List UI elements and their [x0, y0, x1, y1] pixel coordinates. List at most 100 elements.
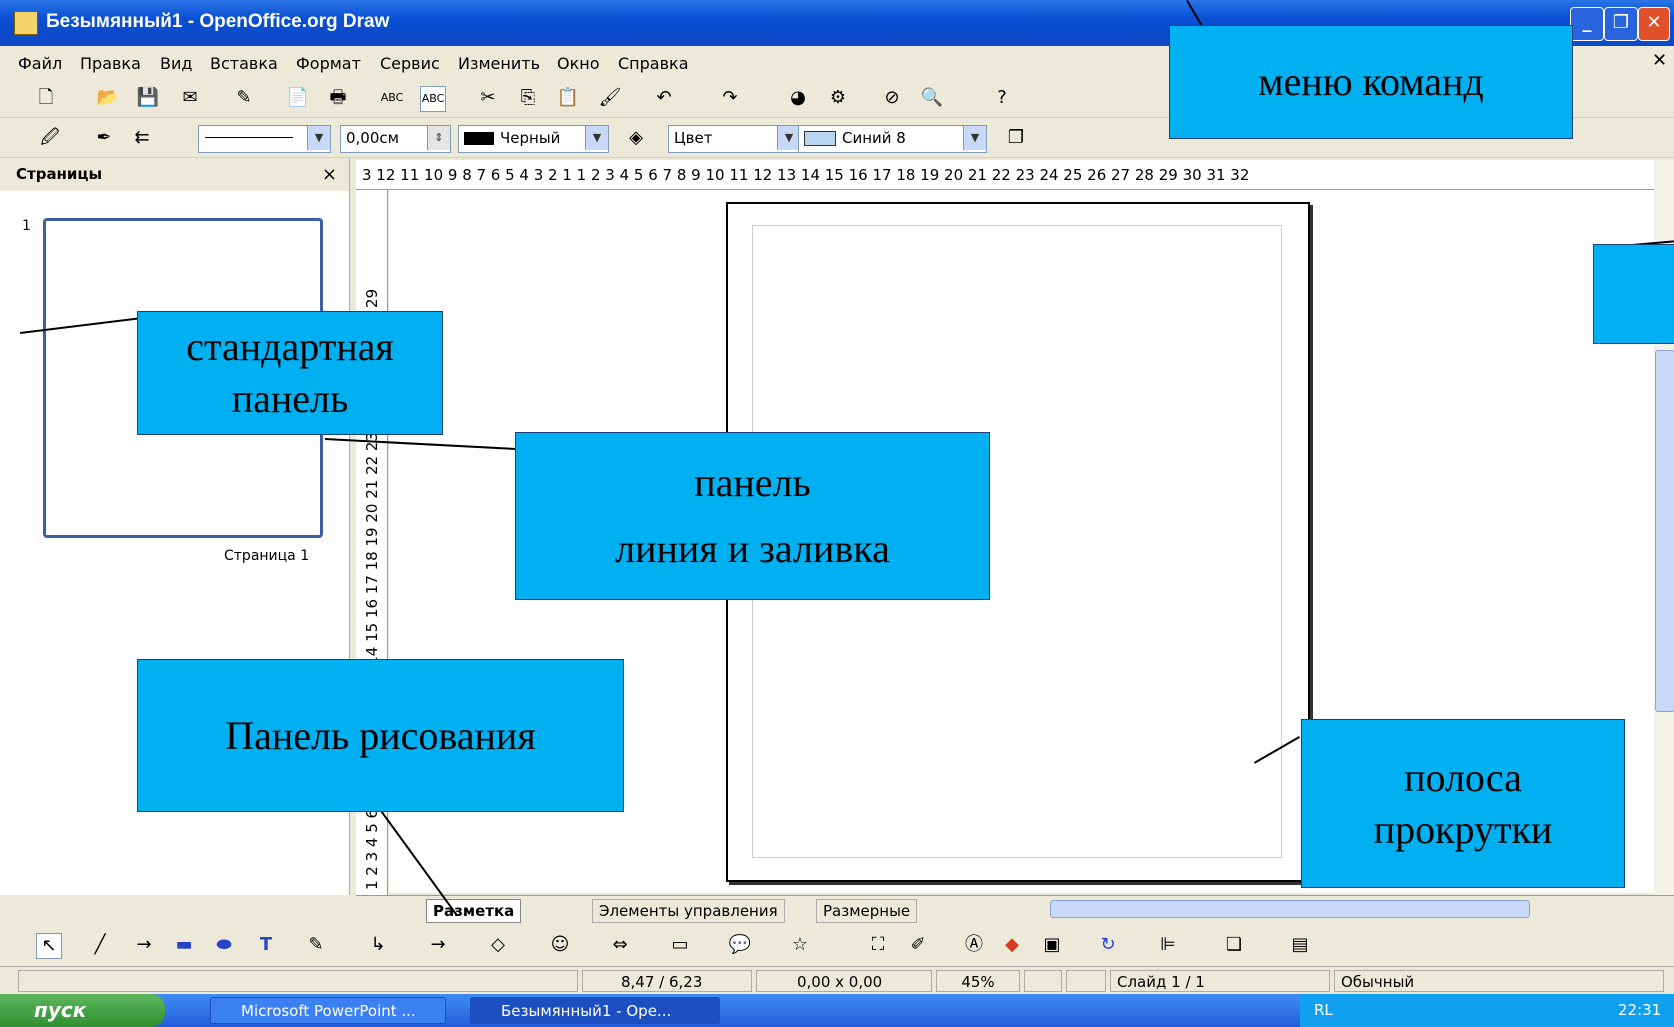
basic-shapes-icon[interactable]: ◇: [486, 933, 510, 957]
edit-file-icon[interactable]: ✎: [232, 86, 256, 110]
app-icon: [14, 11, 38, 35]
arrow-style-icon[interactable]: ⇇: [130, 126, 154, 150]
callout-line-fill-line1: панель: [694, 460, 811, 505]
lines-arrows-icon[interactable]: →: [426, 933, 450, 957]
system-tray: RL 22:31: [1300, 994, 1674, 1027]
email-icon[interactable]: ✉: [178, 86, 202, 110]
show-draw-functions-icon[interactable]: ⊘: [880, 86, 904, 110]
export-pdf-icon[interactable]: 📄: [286, 86, 310, 110]
pages-panel-header: Страницы: [0, 158, 349, 191]
glue-points-icon[interactable]: ✐: [906, 933, 930, 957]
shadow-icon[interactable]: ❐: [1004, 126, 1028, 150]
minimize-button[interactable]: _: [1570, 7, 1604, 41]
gallery-icon[interactable]: ▣: [1040, 933, 1064, 957]
arrange-icon[interactable]: ❏: [1222, 933, 1246, 957]
task-powerpoint-label: Microsoft PowerPoint ...: [241, 1002, 416, 1020]
start-button[interactable]: пуск: [0, 994, 165, 1027]
stars-icon[interactable]: ☆: [788, 933, 812, 957]
menu-window[interactable]: Окно: [557, 54, 600, 73]
menu-format[interactable]: Формат: [296, 54, 361, 73]
undo-icon[interactable]: ↶: [652, 86, 676, 110]
rotate-icon[interactable]: ↻: [1096, 933, 1120, 957]
menu-view[interactable]: Вид: [160, 54, 192, 73]
line-tool-icon[interactable]: ╱: [88, 933, 112, 957]
callout-line-fill-line2: линия и заливка: [615, 526, 890, 571]
fontwork-icon[interactable]: Ⓐ: [962, 933, 986, 957]
rectangle-tool-icon[interactable]: ▬: [172, 933, 196, 957]
alignment-icon[interactable]: ⊫: [1156, 933, 1180, 957]
drawing-toolbar: ↖ ╱ → ▬ ⬬ T ✎ ↳ → ◇ ☺ ⇔ ▭ 💬 ☆ ⛶ ✐ Ⓐ ◆ ▣ …: [0, 924, 1674, 966]
pages-panel-close-icon[interactable]: ×: [322, 158, 337, 191]
line-width-field[interactable]: 0,00см ⇕: [340, 125, 451, 153]
extrusion-icon[interactable]: ▤: [1288, 933, 1312, 957]
menu-insert[interactable]: Вставка: [210, 54, 278, 73]
menu-file[interactable]: Файл: [18, 54, 62, 73]
points-icon[interactable]: ⛶: [866, 933, 890, 957]
restore-button[interactable]: ❐: [1604, 7, 1638, 41]
navigator-icon[interactable]: ⚙: [826, 86, 850, 110]
curve-tool-icon[interactable]: ✎: [304, 933, 328, 957]
task-draw[interactable]: Безымянный1 - Ope...: [470, 997, 720, 1024]
spellcheck-icon[interactable]: ABC: [380, 86, 404, 110]
menu-tools[interactable]: Сервис: [380, 54, 440, 73]
tab-dimensions[interactable]: Размерные: [816, 899, 918, 923]
tab-layout[interactable]: Разметка: [426, 899, 522, 923]
print-icon[interactable]: 🖶: [326, 86, 350, 110]
line-color-value: Черный: [500, 129, 561, 147]
status-empty-field: [18, 970, 578, 992]
chart-icon[interactable]: ◕: [786, 86, 810, 110]
styles-icon[interactable]: 🖉: [38, 126, 62, 150]
save-icon[interactable]: 💾: [136, 86, 160, 110]
connector-tool-icon[interactable]: ↳: [366, 933, 390, 957]
zoom-icon[interactable]: 🔍: [920, 86, 944, 110]
callout-menu: меню команд: [1169, 25, 1573, 139]
autospell-icon[interactable]: ABC: [420, 86, 446, 112]
text-tool-icon[interactable]: T: [254, 933, 278, 957]
line-color-swatch: [464, 132, 494, 145]
page-caption: Страница 1: [224, 548, 310, 564]
fill-type-value: Цвет: [674, 129, 713, 147]
clock: 22:31: [1618, 1001, 1662, 1019]
ellipse-tool-icon[interactable]: ⬬: [212, 933, 236, 957]
start-label: пуск: [34, 998, 87, 1022]
fill-color-value: Синий 8: [842, 129, 906, 147]
cut-icon[interactable]: ✂: [476, 86, 500, 110]
new-icon[interactable]: 🗋: [34, 86, 58, 110]
flowchart-icon[interactable]: ▭: [668, 933, 692, 957]
callouts-icon[interactable]: 💬: [728, 933, 752, 957]
open-icon[interactable]: 📂: [96, 86, 120, 110]
line-color-select[interactable]: Черный ▼: [458, 125, 609, 153]
status-selection-mode: [1066, 970, 1106, 992]
horizontal-scrollbar[interactable]: [1050, 900, 1530, 918]
status-position: 8,47 / 6,23: [582, 970, 752, 992]
select-icon[interactable]: ↖: [36, 933, 62, 959]
line-icon[interactable]: ✒: [92, 126, 116, 150]
tab-controls[interactable]: Элементы управления: [592, 899, 785, 923]
from-file-icon[interactable]: ◆: [1000, 933, 1024, 957]
block-arrows-icon[interactable]: ⇔: [608, 933, 632, 957]
callout-line-fill: панель линия и заливка: [515, 432, 990, 600]
language-indicator[interactable]: RL: [1314, 1001, 1333, 1019]
help-icon[interactable]: ?: [990, 86, 1014, 110]
status-zoom[interactable]: 45%: [936, 970, 1020, 992]
horizontal-ruler-labels: 3 12 11 10 9 8 7 6 5 4 3 2 1 1 2 3 4 5 6…: [362, 166, 1250, 184]
fill-color-select[interactable]: Синий 8 ▼: [798, 125, 987, 153]
line-style-select[interactable]: ▼: [198, 125, 331, 153]
redo-icon[interactable]: ↷: [718, 86, 742, 110]
close-button[interactable]: ✕: [1638, 7, 1670, 41]
symbol-shapes-icon[interactable]: ☺: [548, 933, 572, 957]
callout-drawing: Панель рисования: [137, 659, 624, 812]
fill-type-select[interactable]: Цвет ▼: [668, 125, 801, 153]
copy-icon[interactable]: ⎘: [516, 86, 540, 110]
menu-edit[interactable]: Правка: [80, 54, 141, 73]
menu-help[interactable]: Справка: [618, 54, 689, 73]
area-fill-icon[interactable]: ◈: [624, 126, 648, 150]
vertical-scroll-thumb[interactable]: [1655, 350, 1674, 712]
paste-icon[interactable]: 📋: [556, 86, 580, 110]
task-powerpoint[interactable]: Microsoft PowerPoint ...: [210, 997, 446, 1024]
menu-modify[interactable]: Изменить: [458, 54, 540, 73]
arrow-tool-icon[interactable]: →: [132, 933, 156, 957]
format-paintbrush-icon[interactable]: 🖌: [598, 86, 622, 110]
status-mode: Обычный: [1334, 970, 1664, 992]
close-document-icon[interactable]: ✕: [1652, 50, 1667, 71]
